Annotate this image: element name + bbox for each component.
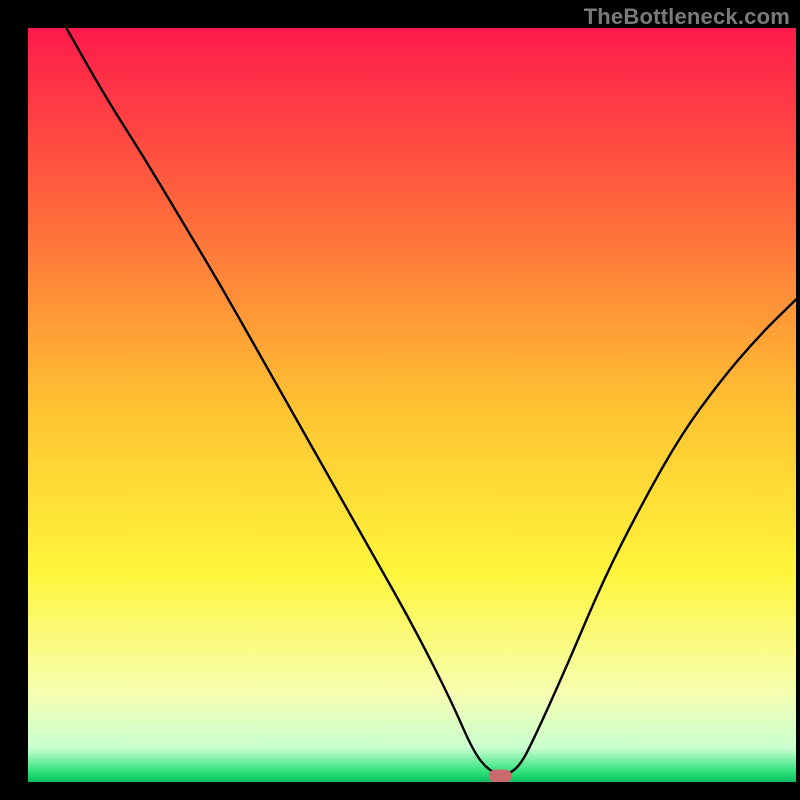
plot-background <box>28 28 796 782</box>
bottleneck-chart <box>0 0 800 800</box>
frame-left <box>0 0 28 800</box>
frame-bottom <box>0 782 800 800</box>
optimum-marker <box>489 770 511 782</box>
watermark-text: TheBottleneck.com <box>584 4 790 30</box>
frame-right <box>796 0 800 800</box>
chart-container: TheBottleneck.com <box>0 0 800 800</box>
